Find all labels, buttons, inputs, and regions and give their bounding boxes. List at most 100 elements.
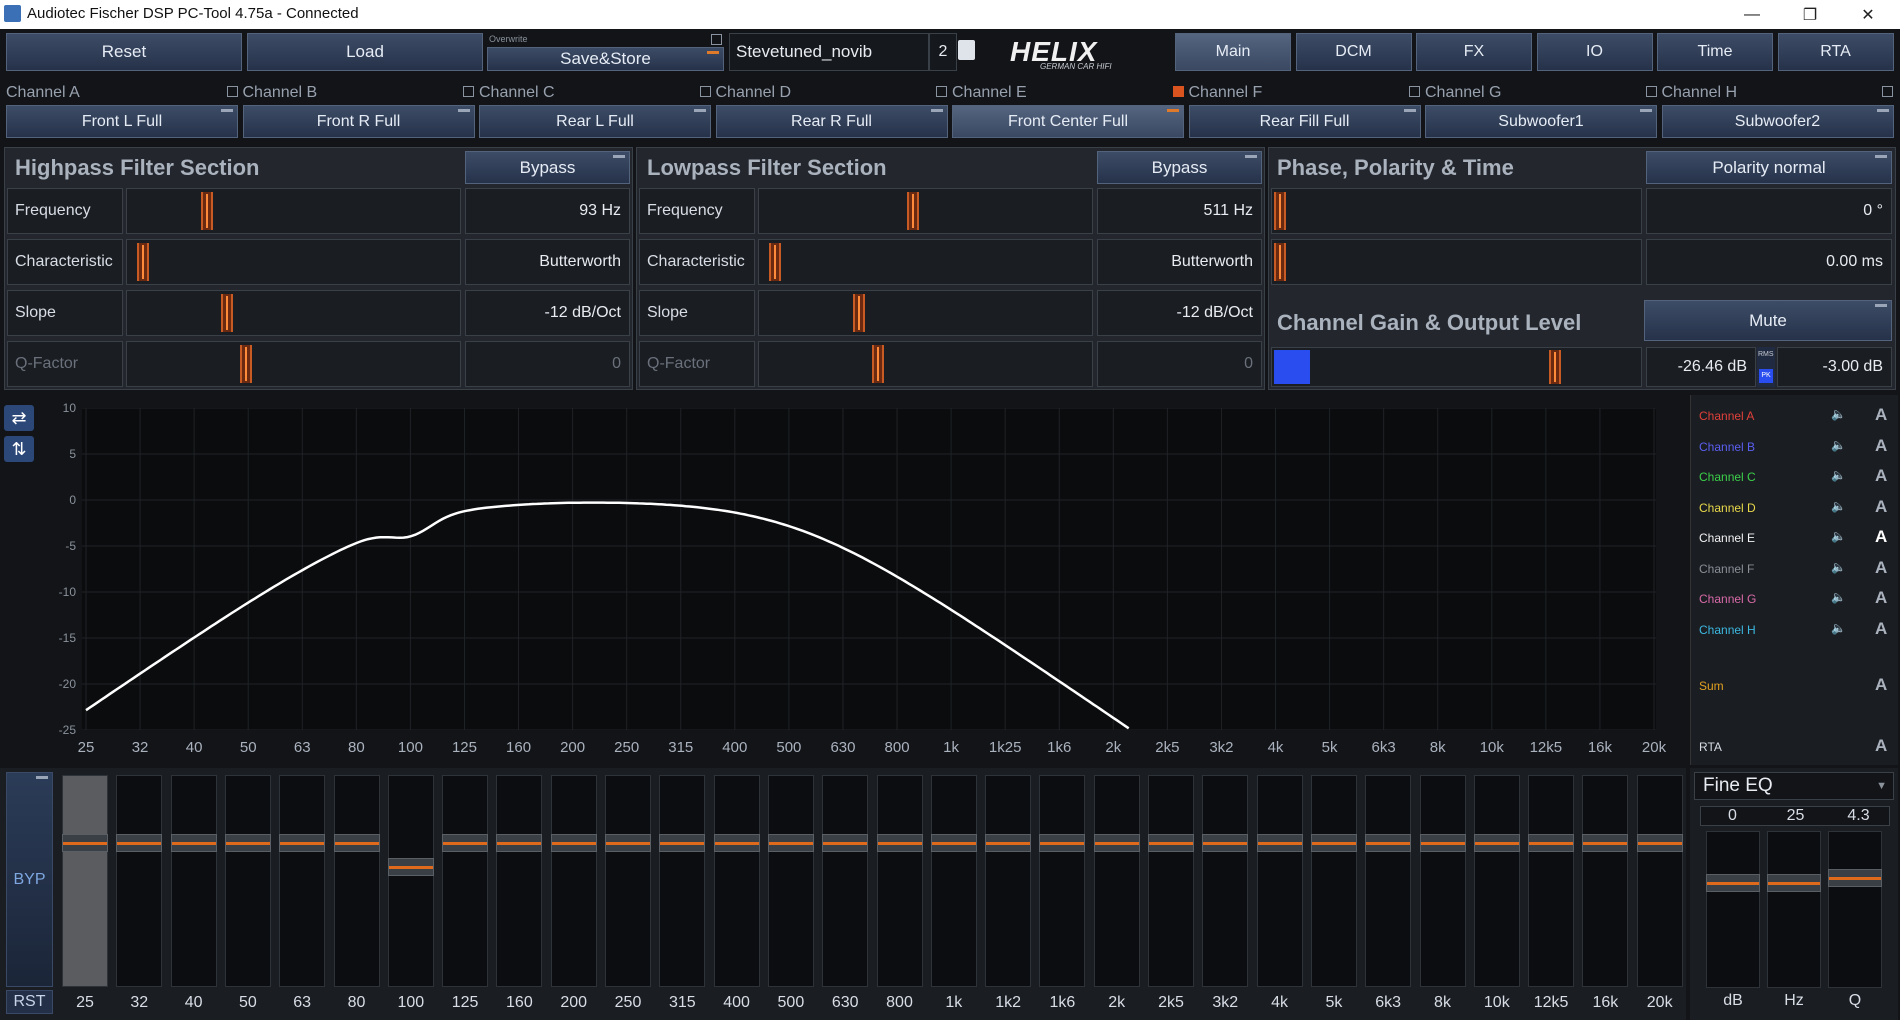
legend-channel-name[interactable]: Channel H <box>1699 623 1756 637</box>
tab-time[interactable]: Time <box>1657 33 1773 71</box>
eq-band-handle[interactable] <box>822 834 869 852</box>
eq-band-handle[interactable] <box>659 834 706 852</box>
eq-band-handle[interactable] <box>1202 834 1249 852</box>
auto-scale-icon[interactable]: A <box>1875 405 1887 425</box>
channel-link-checkbox-7[interactable] <box>1645 86 1657 97</box>
eq-band-handle[interactable] <box>605 834 651 852</box>
eq-band-slider[interactable] <box>224 775 271 987</box>
channel-link-checkbox-1[interactable] <box>226 86 238 97</box>
channel-button-1[interactable]: Front R Full <box>242 105 475 138</box>
eq-band-handle[interactable] <box>1256 834 1303 852</box>
highpass-bypass-button[interactable]: Bypass <box>465 151 630 184</box>
speaker-icon[interactable]: 🔈 <box>1831 468 1846 482</box>
rta-auto-scale-icon[interactable]: A <box>1875 736 1887 756</box>
tab-fx[interactable]: FX <box>1416 33 1532 71</box>
eq-band-handle[interactable] <box>550 834 597 852</box>
gain-slider-handle[interactable] <box>1549 350 1561 384</box>
eq-band-handle[interactable] <box>1419 834 1466 852</box>
lowpass-bypass-button[interactable]: Bypass <box>1097 151 1262 184</box>
channel-button-3[interactable]: Rear R Full <box>715 105 948 138</box>
eq-band-slider[interactable] <box>713 775 760 987</box>
highpass-slider-handle[interactable] <box>220 294 233 332</box>
speaker-icon[interactable]: 🔈 <box>1831 529 1846 543</box>
eq-band-slider[interactable] <box>1256 775 1303 987</box>
eq-band-handle[interactable] <box>1148 834 1194 852</box>
channel-button-5[interactable]: Rear Fill Full <box>1188 105 1421 138</box>
eq-band-slider[interactable] <box>387 775 434 987</box>
load-button[interactable]: Load <box>247 33 483 71</box>
eq-reset-button[interactable]: RST <box>6 990 53 1014</box>
eq-band-handle[interactable] <box>224 834 271 852</box>
legend-sum[interactable]: Sum <box>1699 679 1724 693</box>
eq-band-slider[interactable] <box>1473 775 1520 987</box>
swap-horizontal-icon[interactable]: ⇄ <box>4 405 34 431</box>
eq-band-handle[interactable] <box>1528 834 1575 852</box>
legend-channel-name[interactable]: Channel G <box>1699 592 1756 606</box>
preset-slot[interactable]: 2 <box>929 33 957 71</box>
edit-icon[interactable] <box>958 40 975 60</box>
fine-eq-hz-slider[interactable] <box>1767 831 1821 988</box>
auto-scale-icon[interactable]: A <box>1875 497 1887 517</box>
lowpass-slider-characteristic[interactable] <box>758 239 1093 285</box>
eq-band-slider[interactable] <box>170 775 217 987</box>
mute-button[interactable]: Mute <box>1644 300 1892 341</box>
highpass-slider-handle[interactable] <box>201 192 214 230</box>
eq-band-slider[interactable] <box>1636 775 1683 987</box>
auto-scale-icon[interactable]: A <box>1875 527 1887 547</box>
eq-band-handle[interactable] <box>1093 834 1140 852</box>
highpass-slider-slope[interactable] <box>126 290 461 336</box>
auto-scale-icon[interactable]: A <box>1875 436 1887 456</box>
eq-band-handle[interactable] <box>170 834 217 852</box>
save-store-button[interactable]: Save&Store <box>487 47 724 71</box>
speaker-icon[interactable]: 🔈 <box>1831 407 1846 421</box>
eq-band-handle[interactable] <box>713 834 760 852</box>
highpass-slider-q-factor[interactable] <box>126 341 461 387</box>
eq-bypass-button[interactable]: BYP <box>6 772 53 987</box>
speaker-icon[interactable]: 🔈 <box>1831 438 1846 452</box>
eq-band-handle[interactable] <box>496 834 543 852</box>
phase-slider-handle[interactable] <box>1274 192 1286 230</box>
highpass-slider-characteristic[interactable] <box>126 239 461 285</box>
channel-button-4[interactable]: Front Center Full <box>952 105 1184 138</box>
eq-band-handle[interactable] <box>279 834 326 852</box>
channel-link-checkbox-3[interactable] <box>699 86 711 97</box>
eq-band-slider[interactable] <box>822 775 869 987</box>
fine-eq-db-handle[interactable] <box>1706 874 1760 892</box>
eq-band-slider[interactable] <box>116 775 163 987</box>
eq-band-slider[interactable] <box>496 775 543 987</box>
channel-button-7[interactable]: Subwoofer2 <box>1661 105 1894 138</box>
eq-band-slider[interactable] <box>1582 775 1629 987</box>
reset-button[interactable]: Reset <box>6 33 242 71</box>
eq-band-slider[interactable] <box>62 775 108 987</box>
channel-link-checkbox-2[interactable] <box>463 86 474 97</box>
preset-name-field[interactable]: Stevetuned_novib <box>729 33 929 71</box>
eq-band-handle[interactable] <box>1310 834 1357 852</box>
fine-eq-q-handle[interactable] <box>1828 869 1882 887</box>
restore-button[interactable]: ❐ <box>1782 0 1838 29</box>
eq-band-slider[interactable] <box>767 775 814 987</box>
channel-button-2[interactable]: Rear L Full <box>479 105 711 138</box>
legend-channel-name[interactable]: Channel C <box>1699 470 1756 484</box>
speaker-icon[interactable]: 🔈 <box>1831 590 1846 604</box>
legend-rta[interactable]: RTA <box>1699 740 1722 754</box>
lowpass-slider-frequency[interactable] <box>758 188 1093 234</box>
channel-button-6[interactable]: Subwoofer1 <box>1425 105 1657 138</box>
fine-eq-q-slider[interactable] <box>1828 831 1882 988</box>
eq-band-slider[interactable] <box>1039 775 1086 987</box>
legend-channel-name[interactable]: Channel E <box>1699 531 1755 545</box>
eq-band-slider[interactable] <box>985 775 1032 987</box>
legend-channel-name[interactable]: Channel A <box>1699 409 1754 423</box>
phase-slider[interactable] <box>1271 188 1642 234</box>
eq-band-handle[interactable] <box>62 834 108 852</box>
legend-channel-name[interactable]: Channel B <box>1699 440 1755 454</box>
eq-band-handle[interactable] <box>442 834 489 852</box>
eq-band-handle[interactable] <box>876 834 923 852</box>
eq-band-handle[interactable] <box>985 834 1032 852</box>
gain-slider[interactable] <box>1271 347 1642 387</box>
eq-band-slider[interactable] <box>659 775 706 987</box>
eq-band-slider[interactable] <box>1093 775 1140 987</box>
auto-scale-icon[interactable]: A <box>1875 619 1887 639</box>
legend-channel-name[interactable]: Channel F <box>1699 562 1754 576</box>
fine-eq-db-slider[interactable] <box>1706 831 1760 988</box>
speaker-icon[interactable]: 🔈 <box>1831 621 1846 635</box>
